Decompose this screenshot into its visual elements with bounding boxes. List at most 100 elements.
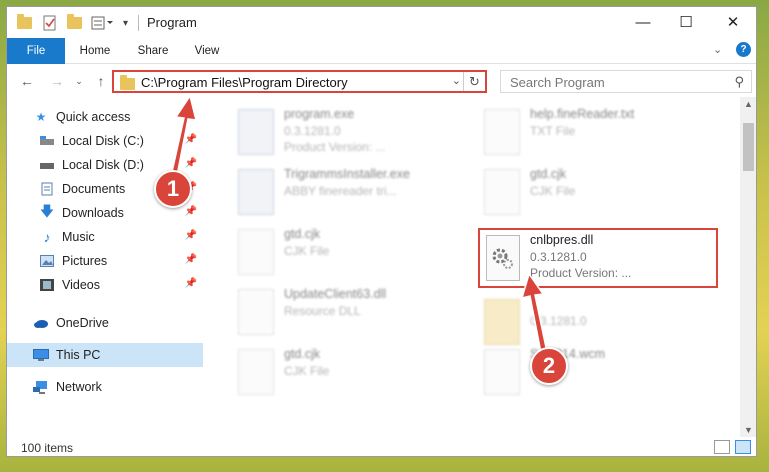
network-icon <box>33 380 49 394</box>
search-input[interactable]: Search Program ⚲ <box>500 70 752 93</box>
file-name: gtd.cjk <box>284 347 321 361</box>
file-item[interactable]: UpdateClient63.dll Resource DLL <box>234 283 474 341</box>
file-item[interactable]: program.exe 0.3.1281.0 Product Version: … <box>234 103 474 161</box>
file-icon <box>484 169 520 215</box>
recent-dropdown-icon[interactable]: ⌄ <box>69 71 89 91</box>
nav-item-onedrive[interactable]: OneDrive <box>33 311 203 335</box>
file-name: gtd.cjk <box>530 167 567 181</box>
file-item[interactable]: TrigrammsInstaller.exe ABBY finereader t… <box>234 163 474 221</box>
pin-icon[interactable]: 📌 <box>185 278 197 289</box>
nav-item-pictures[interactable]: Pictures 📌 <box>39 249 203 273</box>
nav-item-network[interactable]: Network <box>33 375 203 399</box>
file-item[interactable]: gtd.cjk CJK File <box>234 343 474 401</box>
minimize-button[interactable]: — <box>620 7 666 37</box>
documents-icon <box>39 182 55 196</box>
file-detail: 0.3.1281.0 <box>530 314 587 328</box>
tab-file[interactable]: File <box>7 38 65 64</box>
computer-icon <box>33 348 49 362</box>
drive-icon <box>39 158 55 172</box>
file-detail: Resource DLL <box>284 304 361 318</box>
star-icon: ★ <box>35 110 47 124</box>
file-detail: CJK File <box>530 184 576 198</box>
scroll-down-icon[interactable]: ▼ <box>740 425 756 435</box>
details-view-icon[interactable] <box>714 440 730 454</box>
address-bar[interactable]: C:\Program Files\Program Directory ⌄ ↻ <box>112 70 487 93</box>
nav-item-label: Quick access <box>56 110 131 124</box>
file-detail: CJK File <box>284 364 330 378</box>
maximize-button[interactable]: ☐ <box>663 7 709 37</box>
status-bar: 100 items <box>7 437 756 456</box>
large-icons-view-icon[interactable] <box>735 440 751 454</box>
search-icon[interactable]: ⚲ <box>734 74 744 90</box>
file-item[interactable]: help.fineReader.txt TXT File <box>480 103 720 161</box>
file-item[interactable]: gtd.cjk CJK File <box>234 223 474 281</box>
pin-icon[interactable]: 📌 <box>185 134 197 145</box>
help-icon[interactable]: ? <box>736 42 751 57</box>
pictures-icon <box>39 254 55 268</box>
nav-item-music[interactable]: ♪ Music 📌 <box>39 225 203 249</box>
pin-icon[interactable]: 📌 <box>185 158 197 169</box>
window-title: Program <box>147 15 197 30</box>
navigation-bar: ← → ⌄ ↑ C:\Program Files\Program Directo… <box>7 65 756 97</box>
tab-home[interactable]: Home <box>71 38 119 64</box>
file-item[interactable]: S WP14.wcm <box>480 343 720 401</box>
title-divider <box>138 15 139 31</box>
customize-toolbar-icon[interactable] <box>91 14 117 32</box>
ribbon-tabs: File Home Share View ⌄ ? <box>7 38 756 64</box>
pin-icon[interactable]: 📌 <box>185 206 197 217</box>
file-name: gtd.cjk <box>284 227 321 241</box>
tab-view[interactable]: View <box>183 38 231 64</box>
installer-file-icon <box>238 169 274 215</box>
file-detail: CJK File <box>284 244 330 258</box>
back-arrow-icon[interactable]: ← <box>17 71 37 91</box>
file-icon <box>238 349 274 395</box>
nav-item-label: This PC <box>56 348 101 362</box>
up-arrow-icon[interactable]: ↑ <box>91 71 111 91</box>
address-dropdown-icon[interactable]: ⌄ <box>452 74 461 87</box>
file-detail: Product Version: ... <box>284 140 386 154</box>
nav-item-this-pc[interactable]: This PC <box>7 343 203 367</box>
drive-icon <box>39 134 55 148</box>
new-folder-icon[interactable] <box>67 14 82 32</box>
nav-item-quick-access[interactable]: ★ Quick access <box>33 105 203 129</box>
nav-item-local-disk-c[interactable]: Local Disk (C:) 📌 <box>39 129 203 153</box>
highlight-box <box>478 228 718 288</box>
file-icon <box>238 229 274 275</box>
properties-icon[interactable] <box>42 14 58 32</box>
pin-icon[interactable]: 📌 <box>185 230 197 241</box>
refresh-icon[interactable]: ↻ <box>463 72 485 91</box>
file-name: program.exe <box>284 107 355 121</box>
nav-item-label: Videos <box>62 278 100 292</box>
file-icon <box>484 349 520 395</box>
nav-item-videos[interactable]: Videos 📌 <box>39 273 203 297</box>
folder-file-icon <box>484 299 520 345</box>
explorer-window: ▾ Program — ☐ ✕ File Home Share View ⌄ ?… <box>6 6 757 457</box>
file-item[interactable]: gtd.cjk CJK File <box>480 163 720 221</box>
tab-share[interactable]: Share <box>129 38 177 64</box>
music-icon: ♪ <box>43 229 51 245</box>
file-detail: 0.3.1281.0 <box>284 124 341 138</box>
folder-icon <box>17 14 32 32</box>
nav-item-label: Documents <box>62 182 126 196</box>
nav-item-label: Music <box>62 230 95 244</box>
expand-ribbon-icon[interactable]: ⌄ <box>713 43 722 56</box>
scroll-up-icon[interactable]: ▲ <box>740 99 756 109</box>
file-name: UpdateClient63.dll <box>284 287 387 301</box>
download-icon: 🡇 <box>39 203 55 219</box>
scroll-thumb[interactable] <box>743 123 754 171</box>
videos-icon <box>39 278 55 292</box>
file-name: TrigrammsInstaller.exe <box>284 167 410 181</box>
nav-item-label: Local Disk (D:) <box>62 158 144 172</box>
nav-item-label: Network <box>56 380 102 394</box>
exe-file-icon <box>238 109 274 155</box>
navigation-pane: ★ Quick access Local Disk (C:) 📌 Local D… <box>7 97 207 437</box>
nav-item-label: OneDrive <box>56 316 109 330</box>
file-name: help.fineReader.txt <box>530 107 635 121</box>
forward-arrow-icon[interactable]: → <box>47 71 67 91</box>
pin-icon[interactable]: 📌 <box>185 254 197 265</box>
quick-access-dropdown-icon[interactable]: ▾ <box>123 14 128 32</box>
vertical-scrollbar[interactable]: ▲ ▼ <box>740 97 756 437</box>
file-list: program.exe 0.3.1281.0 Product Version: … <box>212 97 740 437</box>
dll-file-icon <box>238 289 274 335</box>
close-button[interactable]: ✕ <box>710 7 756 37</box>
